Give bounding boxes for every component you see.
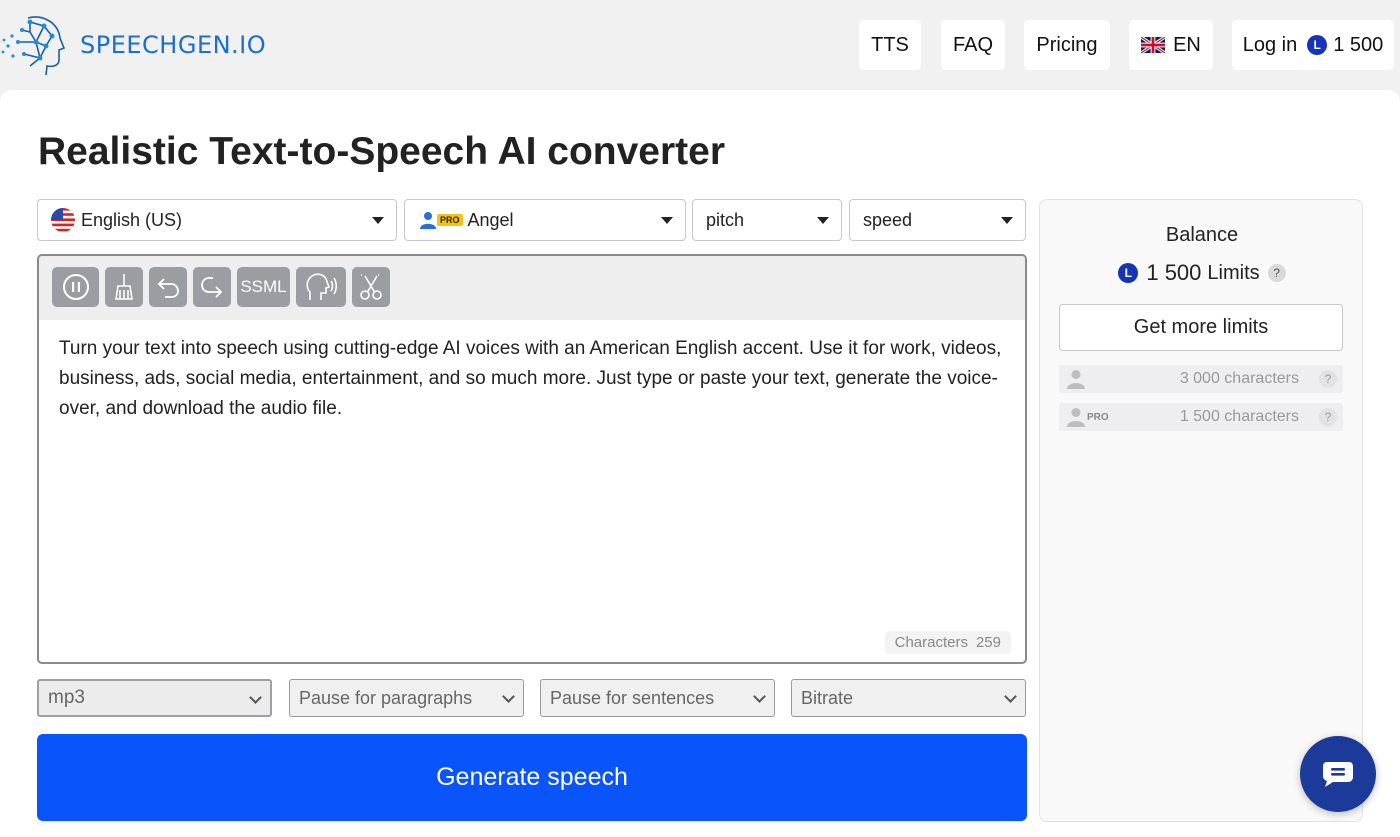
help-icon[interactable]: ? (1319, 408, 1337, 426)
balance-amount: 1 500 (1146, 260, 1202, 285)
caret-down-icon (372, 217, 384, 224)
voice-select[interactable]: PRO Angel (404, 199, 686, 241)
ssml-button[interactable]: SSML (237, 267, 290, 307)
pitch-select-value: pitch (706, 209, 745, 230)
header: SPEECHGEN.IO TTS FAQ Pricing EN Log in L… (0, 0, 1400, 90)
nav-faq-link[interactable]: FAQ (941, 20, 1005, 70)
character-counter: Characters 259 (884, 631, 1011, 654)
user-icon (420, 212, 436, 229)
language-code: EN (1173, 33, 1201, 56)
format-select-value: mp3 (48, 687, 85, 708)
page-title: Realistic Text-to-Speech AI converter (38, 130, 726, 173)
converter-card: Realistic Text-to-Speech AI converter En… (0, 90, 1400, 837)
speed-select[interactable]: speed (849, 199, 1026, 241)
uk-flag-icon (1141, 37, 1166, 53)
pitch-select[interactable]: pitch (692, 199, 842, 241)
caret-down-icon (817, 217, 829, 224)
balance-label: Balance (1165, 224, 1239, 246)
character-counter-value: 259 (975, 634, 1001, 651)
chat-bubble-icon (1323, 762, 1353, 787)
language-select-value: English (US) (81, 209, 183, 230)
pause-paragraphs-select[interactable]: Pause for paragraphs (289, 679, 524, 717)
chat-widget-button[interactable] (1300, 736, 1376, 812)
pro-badge: PRO (437, 214, 463, 226)
help-icon[interactable]: ? (1267, 264, 1286, 282)
clear-text-button[interactable] (105, 267, 143, 307)
pause-button[interactable] (52, 267, 99, 307)
pause-icon (62, 274, 89, 300)
coin-icon: L (1307, 35, 1328, 55)
chevron-down-icon (502, 690, 515, 703)
caret-down-icon (661, 217, 673, 224)
editor-toolbar: SSML (39, 256, 1025, 320)
speaking-head-icon (306, 273, 338, 300)
balance-panel: Balance L 1 500 Limits ? Get more limits… (1039, 199, 1363, 822)
limits-label: Limits (1207, 261, 1260, 284)
broom-icon (115, 274, 133, 300)
text-editor: SSML Turn your text into speech using cu… (37, 254, 1027, 664)
speed-select-value: speed (863, 209, 913, 230)
undo-button[interactable] (149, 267, 187, 307)
undo-icon (157, 278, 179, 298)
get-more-limits-button[interactable]: Get more limits (1059, 304, 1343, 351)
split-text-button[interactable] (352, 267, 390, 307)
caret-down-icon (1001, 217, 1013, 224)
free-limit-value: 3 000 characters (1179, 370, 1299, 387)
format-select[interactable]: mp3 (37, 679, 272, 717)
scissors-icon (360, 274, 382, 300)
pause-sentences-value: Pause for sentences (550, 687, 715, 708)
bitrate-select[interactable]: Bitrate (791, 679, 1026, 717)
voice-preview-button[interactable] (296, 267, 346, 307)
pause-paragraphs-value: Pause for paragraphs (299, 687, 473, 708)
chevron-down-icon (249, 691, 262, 704)
chevron-down-icon (1004, 690, 1017, 703)
help-icon[interactable]: ? (1319, 370, 1337, 388)
text-input[interactable]: Turn your text into speech using cutting… (39, 320, 1025, 438)
chevron-down-icon (753, 690, 766, 703)
nav-pricing-link[interactable]: Pricing (1024, 20, 1110, 70)
nav-tts-link[interactable]: TTS (859, 20, 921, 70)
character-counter-label: Characters (894, 634, 968, 651)
free-limit-row: 3 000 characters ? (1059, 365, 1343, 393)
redo-icon (201, 277, 223, 298)
redo-button[interactable] (193, 267, 231, 307)
logo[interactable]: SPEECHGEN.IO (0, 12, 266, 78)
generate-speech-button[interactable]: Generate speech (37, 734, 1027, 821)
language-select[interactable]: English (US) (37, 199, 397, 241)
pro-limit-row: PRO 1 500 characters ? (1059, 403, 1343, 431)
pro-badge: PRO (1087, 411, 1109, 423)
user-icon (1067, 408, 1085, 427)
coin-icon: L (1118, 263, 1139, 283)
brand-name: SPEECHGEN.IO (80, 31, 267, 59)
pro-limit-value: 1 500 characters (1179, 408, 1299, 425)
user-icon (1067, 370, 1085, 389)
language-switcher[interactable]: EN (1129, 20, 1213, 70)
header-balance: 1 500 (1333, 33, 1384, 56)
balance-value: L 1 500 Limits ? (1040, 260, 1364, 286)
bitrate-select-value: Bitrate (801, 687, 854, 708)
login-label: Log in (1242, 33, 1298, 56)
us-flag-icon (51, 208, 75, 232)
brain-head-logo-icon (1, 16, 66, 76)
pause-sentences-select[interactable]: Pause for sentences (540, 679, 775, 717)
voice-select-value: Angel (467, 209, 514, 230)
login-button[interactable]: Log in L 1 500 (1232, 20, 1394, 70)
